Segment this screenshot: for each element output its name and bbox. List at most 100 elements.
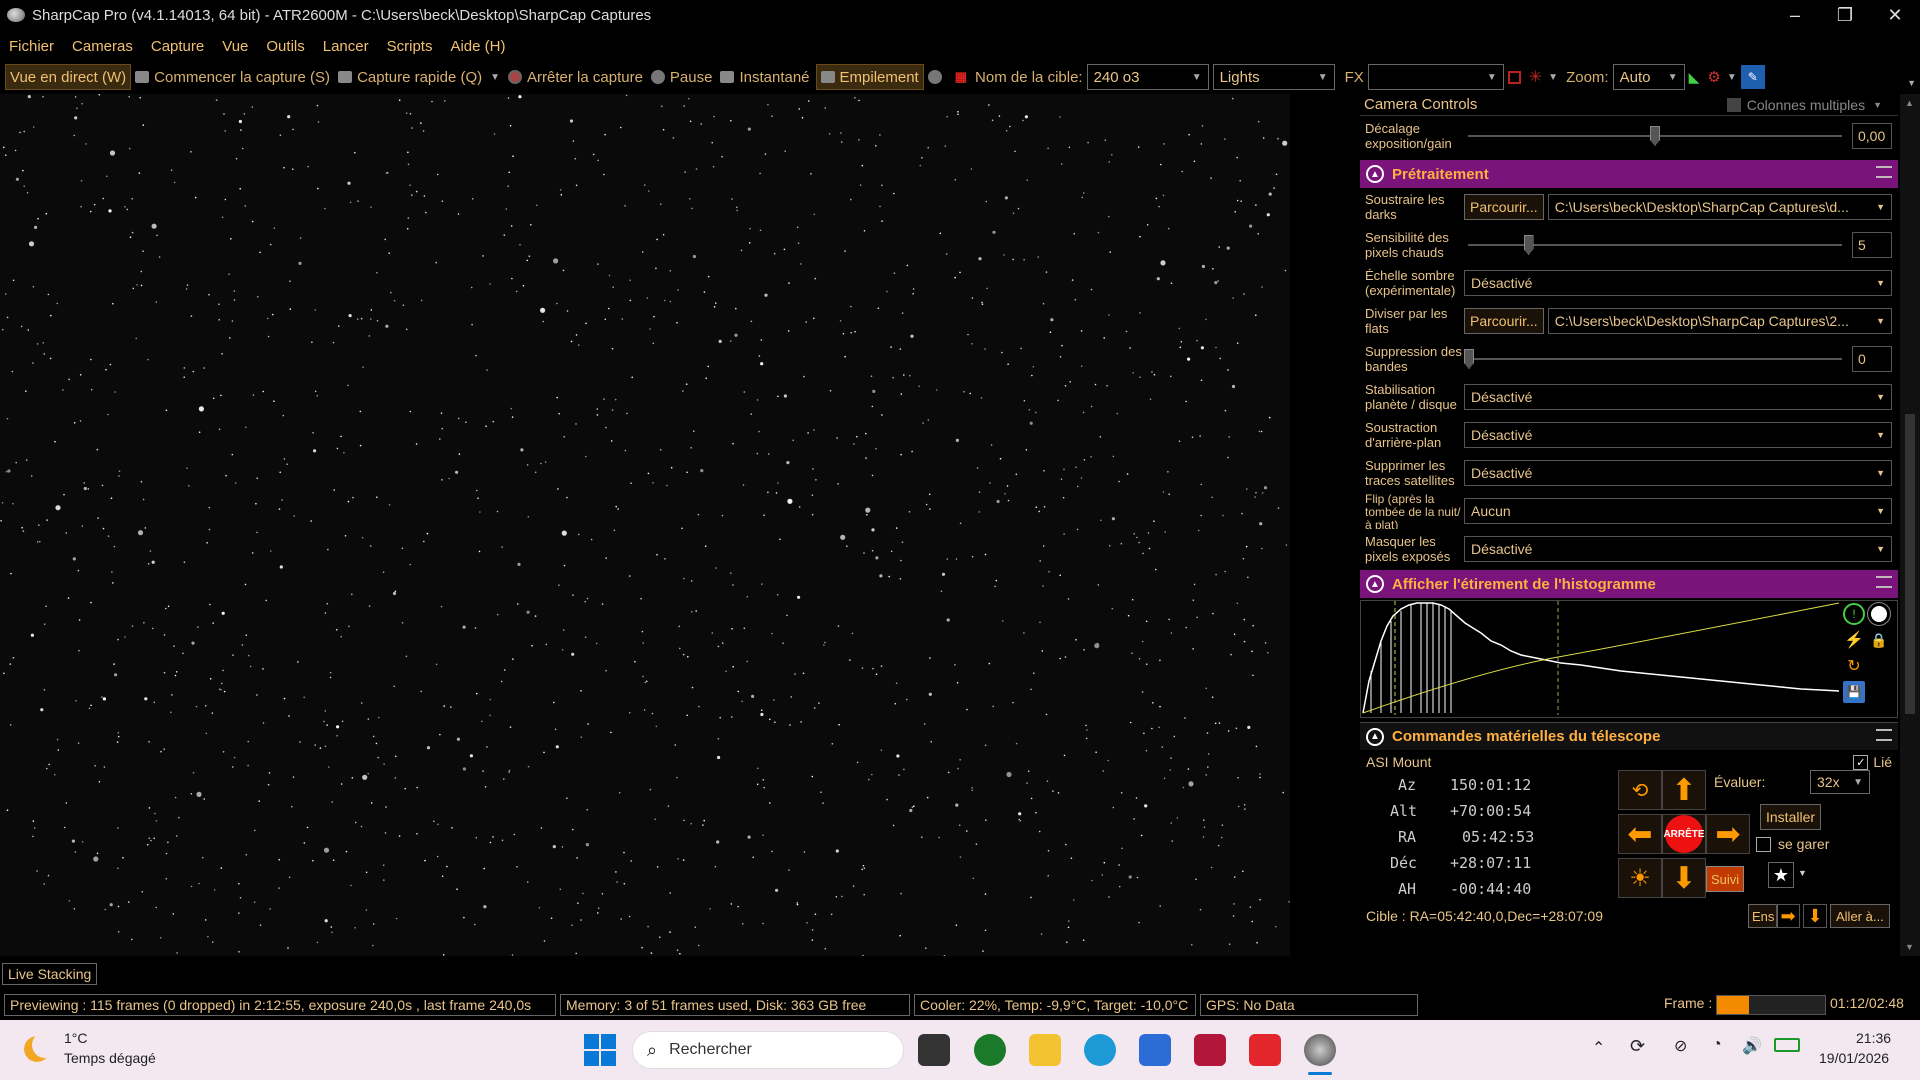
menu-outils[interactable]: Outils <box>257 38 313 55</box>
install-button[interactable]: Installer <box>1760 804 1822 830</box>
east-button[interactable]: ➡ <box>1706 814 1750 854</box>
hamburger-icon[interactable] <box>1876 576 1892 588</box>
reticle-button[interactable]: ✳ ▼ <box>1525 64 1562 90</box>
dark-scale-select[interactable]: Désactivé ▼ <box>1464 270 1892 296</box>
darks-path-select[interactable]: C:\Users\beck\Desktop\SharpCap Captures\… <box>1547 194 1892 220</box>
wifi-icon[interactable]: ◔ <box>1712 1036 1722 1054</box>
dark-button[interactable] <box>924 64 951 90</box>
south-button[interactable]: ⬇ <box>1662 858 1706 898</box>
collapse-icon[interactable]: ▲ <box>1366 727 1384 746</box>
reset-icon[interactable]: ↻ <box>1843 655 1865 677</box>
histogram-button[interactable]: ◣ <box>1685 64 1704 90</box>
focus-button[interactable]: ⚙ ▼ <box>1703 64 1740 90</box>
arrow-right-icon[interactable]: ➡ <box>1776 904 1800 928</box>
sharpcap-taskbar-icon[interactable] <box>1304 1034 1336 1066</box>
scrollbar-thumb[interactable] <box>1905 414 1915 714</box>
menu-lancer[interactable]: Lancer <box>314 38 378 55</box>
linked-checkbox[interactable]: ✓ Lié <box>1853 754 1892 770</box>
mask-select[interactable]: Désactivé ▼ <box>1464 536 1892 562</box>
battery-icon[interactable] <box>1774 1038 1800 1052</box>
chevron-up-icon[interactable]: ⌃ <box>1592 1038 1605 1058</box>
north-button[interactable]: ⬆ <box>1662 770 1706 810</box>
panel-scrollbar[interactable]: ▲ ▼ <box>1900 94 1920 956</box>
snapshot-button[interactable]: Instantané <box>716 64 813 90</box>
sync-icon[interactable]: ⟳ <box>1630 1036 1645 1057</box>
center-button[interactable]: ☀ <box>1618 858 1662 898</box>
network-off-icon[interactable]: ⊘ <box>1674 1036 1687 1056</box>
scroll-down-icon[interactable]: ▼ <box>1905 942 1914 952</box>
menu-scripts[interactable]: Scripts <box>378 38 442 55</box>
minimize-button[interactable]: – <box>1770 0 1820 30</box>
store-icon[interactable] <box>1139 1034 1171 1066</box>
satellite-select[interactable]: Désactivé ▼ <box>1464 460 1892 486</box>
app-red-icon[interactable] <box>1194 1034 1226 1066</box>
darks-browse-button[interactable]: Parcourir... <box>1464 194 1544 220</box>
app-green-icon[interactable] <box>974 1034 1006 1066</box>
red-square-button[interactable] <box>1504 64 1525 90</box>
hamburger-icon[interactable] <box>1876 729 1892 741</box>
lock-icon[interactable]: 🔒 <box>1868 629 1890 651</box>
spiral-button[interactable]: ⟲ <box>1618 770 1662 810</box>
menu-cameras[interactable]: Cameras <box>63 38 142 55</box>
star-button[interactable]: ★ <box>1768 862 1794 888</box>
collapse-icon[interactable]: ▲ <box>1366 165 1384 183</box>
scroll-up-icon[interactable]: ▲ <box>1905 98 1914 108</box>
stop-mount-button[interactable]: ARRÊTE <box>1662 814 1706 854</box>
goto-button[interactable]: Aller à... <box>1830 904 1890 928</box>
target-name-select[interactable]: 240 o3 ▼ <box>1086 64 1209 90</box>
slider-knob[interactable] <box>1523 235 1534 255</box>
live-view-button[interactable]: Vue en direct (W) <box>5 64 132 90</box>
west-button[interactable]: ⬅ <box>1618 814 1662 854</box>
pause-button[interactable]: Pause <box>647 64 717 90</box>
background-select[interactable]: Désactivé ▼ <box>1464 422 1892 448</box>
stacking-button[interactable]: Empilement <box>815 64 924 90</box>
stabilization-select[interactable]: Désactivé ▼ <box>1464 384 1892 410</box>
flats-path-select[interactable]: C:\Users\beck\Desktop\SharpCap Captures\… <box>1547 308 1892 334</box>
slider-knob[interactable] <box>1650 126 1660 146</box>
collapse-icon[interactable]: ▲ <box>1366 575 1384 593</box>
menu-aide[interactable]: Aide (H) <box>441 38 514 55</box>
offset-slider[interactable] <box>1464 123 1846 149</box>
live-stacking-tab[interactable]: Live Stacking <box>2 963 98 985</box>
contrast-icon[interactable] <box>1867 602 1891 626</box>
histogram-header[interactable]: ▲ Afficher l'étirement de l'histogramme <box>1360 570 1898 598</box>
multi-column-toggle[interactable]: Colonnes multiples ▼ <box>1726 97 1882 113</box>
menu-capture[interactable]: Capture <box>142 38 213 55</box>
hot-pixel-value[interactable]: 5 <box>1852 232 1892 258</box>
edge-icon[interactable] <box>1084 1034 1116 1066</box>
telescope-header[interactable]: ▲ Commandes matérielles du télescope <box>1360 722 1898 750</box>
arrow-down-icon[interactable]: ⬇ <box>1803 904 1827 928</box>
overflow-chevron-icon[interactable]: ▼ <box>1907 78 1916 88</box>
flip-select[interactable]: Aucun ▼ <box>1464 498 1892 524</box>
fx-select[interactable]: ▼ <box>1367 64 1504 90</box>
offset-value[interactable]: 0,00 <box>1852 123 1892 149</box>
file-explorer-icon[interactable] <box>1029 1034 1061 1066</box>
hamburger-icon[interactable] <box>1876 166 1892 178</box>
chevron-down-icon[interactable]: ▼ <box>1798 868 1807 878</box>
zoom-select[interactable]: Auto ▼ <box>1612 64 1685 90</box>
tool-blue-button[interactable]: ✎ <box>1740 65 1765 89</box>
task-view-icon[interactable] <box>918 1034 950 1066</box>
banding-slider[interactable] <box>1464 346 1846 372</box>
start-capture-button[interactable]: Commencer la capture (S) <box>131 64 334 90</box>
close-button[interactable]: ✕ <box>1870 0 1920 30</box>
histogram-display[interactable]: ! ⚡ 🔒 ↻ 💾 <box>1360 600 1898 718</box>
save-icon[interactable]: 💾 <box>1843 681 1865 703</box>
red-tool-button[interactable]: ▦ <box>951 64 971 90</box>
banding-value[interactable]: 0 <box>1852 346 1892 372</box>
chevron-down-icon[interactable]: ▼ <box>490 72 500 83</box>
moon-icon[interactable] <box>24 1036 50 1062</box>
preprocessing-header[interactable]: ▲ Prétraitement <box>1360 160 1898 188</box>
park-checkbox[interactable]: se garer <box>1756 836 1829 852</box>
hot-pixel-slider[interactable] <box>1464 232 1846 258</box>
frame-type-select[interactable]: Lights ▼ <box>1212 64 1335 90</box>
ens-button[interactable]: Ens <box>1748 904 1779 928</box>
slider-knob[interactable] <box>1464 349 1474 369</box>
rate-select[interactable]: 32x ▼ <box>1810 770 1870 794</box>
stop-capture-button[interactable]: Arrêter la capture <box>504 64 647 90</box>
auto-stretch-icon[interactable]: ! <box>1843 603 1865 625</box>
lightning-icon[interactable]: ⚡ <box>1843 629 1865 651</box>
tracking-button[interactable]: Suivi <box>1706 866 1745 892</box>
restore-button[interactable]: ❐ <box>1820 0 1870 30</box>
volume-icon[interactable]: 🔊 <box>1742 1036 1762 1056</box>
